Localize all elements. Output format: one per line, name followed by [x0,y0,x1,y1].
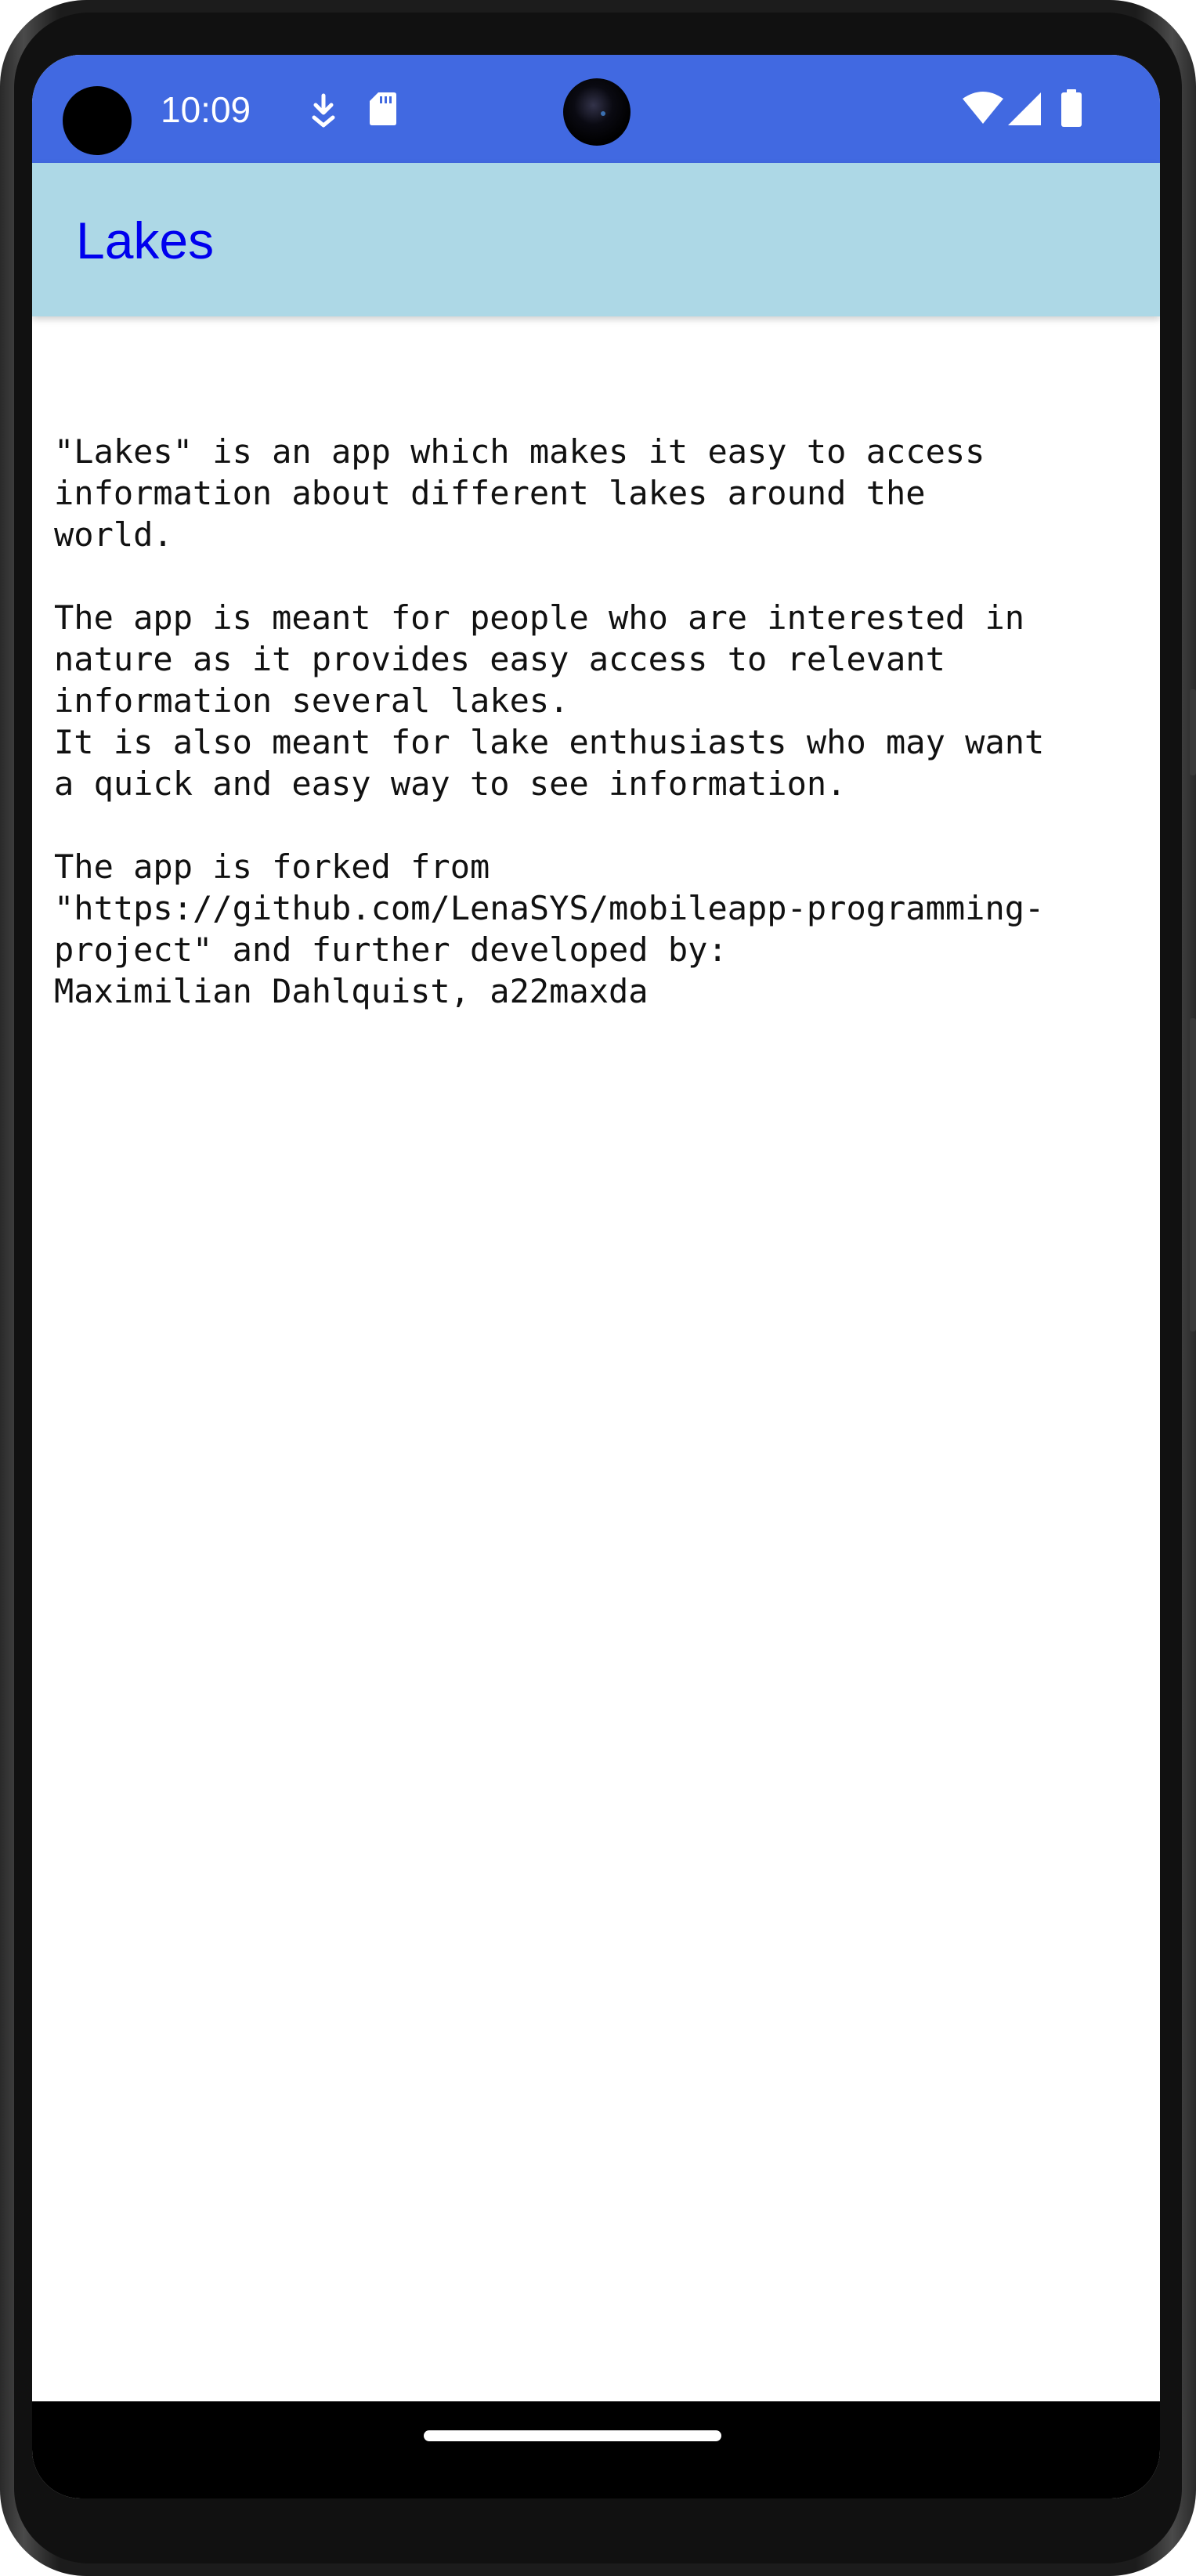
sd-card-icon [370,92,396,125]
about-paragraph-audience: The app is meant for people who are inte… [54,598,1045,803]
app-bar: Lakes [32,163,1160,316]
volume-button [1190,689,1196,775]
device-frame: 10:09 Lakes "Lakes" is an app which make… [0,0,1196,2576]
camera-indicator-icon [63,86,132,155]
about-paragraph-credits: The app is forked from "https://github.c… [54,847,1045,1010]
status-bar: 10:09 [32,55,1160,163]
download-status-icon [312,93,335,128]
wifi-icon [963,92,1003,124]
screen: 10:09 Lakes "Lakes" is an app which make… [32,55,1160,2498]
home-gesture-handle[interactable] [424,2430,721,2441]
cell-signal-icon [1008,92,1041,125]
about-text: "Lakes" is an app which makes it easy to… [54,431,1151,1012]
front-camera [563,78,631,146]
navigation-bar [32,2401,1160,2498]
battery-icon [1061,89,1082,127]
about-paragraph-intro: "Lakes" is an app which makes it easy to… [54,432,985,554]
power-button [1190,1018,1196,1331]
status-time: 10:09 [161,89,251,130]
app-title: Lakes [76,211,215,269]
